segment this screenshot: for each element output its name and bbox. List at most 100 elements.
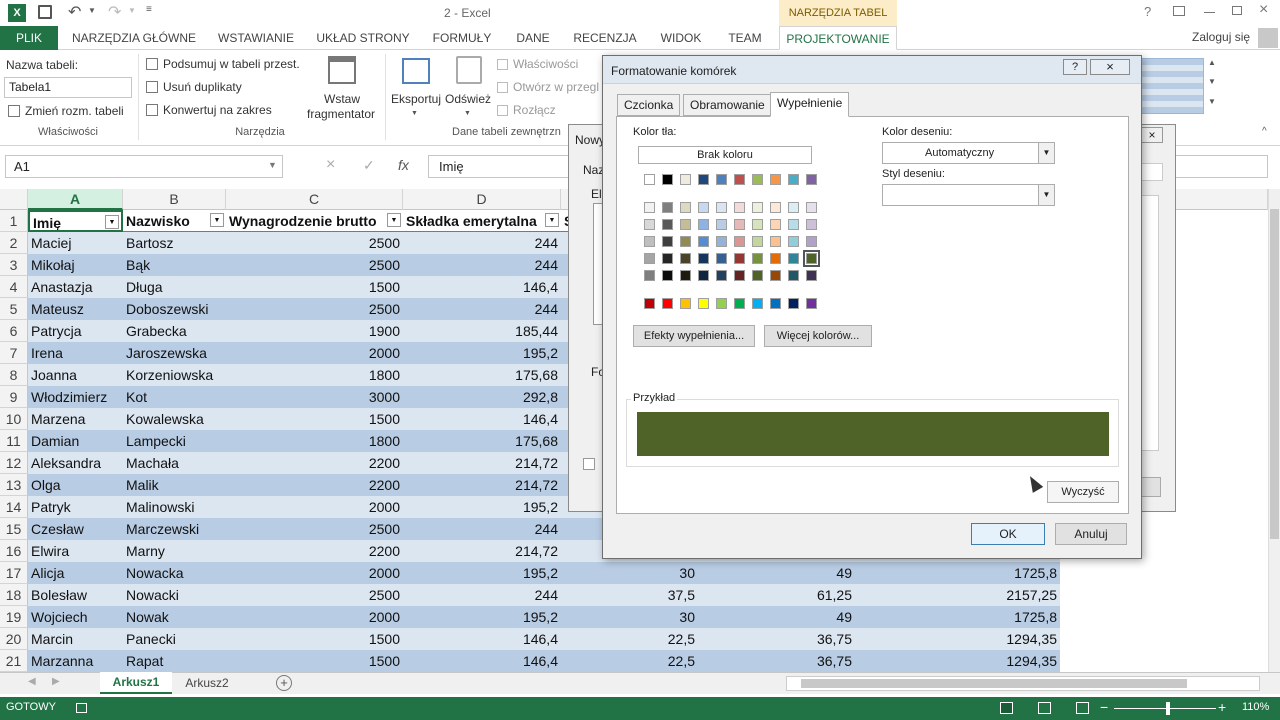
table-cell[interactable]: Długa xyxy=(123,276,226,298)
table-cell[interactable]: 2500 xyxy=(226,232,403,254)
color-swatch[interactable] xyxy=(680,270,691,281)
color-swatch[interactable] xyxy=(716,202,727,213)
color-swatch[interactable] xyxy=(680,236,691,247)
table-cell[interactable]: 22,5 xyxy=(561,628,698,650)
color-swatch[interactable] xyxy=(698,236,709,247)
cancel-formula-icon[interactable]: × xyxy=(326,156,335,174)
color-swatch[interactable] xyxy=(770,174,781,185)
header-cell-nazwisko[interactable]: Nazwisko ▼ xyxy=(123,210,226,232)
save-icon[interactable] xyxy=(38,5,52,19)
login-link[interactable]: Zaloguj się xyxy=(1192,30,1250,44)
restore-icon[interactable] xyxy=(1232,6,1242,15)
row-header[interactable]: 12 xyxy=(0,452,28,474)
bg-cancel-button[interactable] xyxy=(1141,477,1161,497)
table-cell[interactable]: 1725,8 xyxy=(855,606,1060,628)
insert-slicer-button-line2[interactable]: fragmentator xyxy=(307,107,375,121)
tab-view[interactable]: WIDOK xyxy=(652,26,710,50)
color-swatch[interactable] xyxy=(806,270,817,281)
row-header[interactable]: 11 xyxy=(0,430,28,452)
tab-design[interactable]: PROJEKTOWANIE xyxy=(779,26,897,50)
color-swatch[interactable] xyxy=(716,298,727,309)
color-swatch[interactable] xyxy=(644,270,655,281)
row-header[interactable]: 17 xyxy=(0,562,28,584)
color-swatch[interactable] xyxy=(662,174,673,185)
pattern-style-select[interactable]: ▼ xyxy=(882,184,1055,206)
table-cell[interactable]: Alicja xyxy=(28,562,123,584)
color-swatch[interactable] xyxy=(803,250,820,267)
table-cell[interactable]: 146,4 xyxy=(403,628,561,650)
vertical-scrollbar[interactable] xyxy=(1268,189,1280,672)
table-cell[interactable]: Jaroszewska xyxy=(123,342,226,364)
add-sheet-icon[interactable]: + xyxy=(276,675,292,691)
row-header[interactable]: 16 xyxy=(0,540,28,562)
table-cell[interactable]: Bąk xyxy=(123,254,226,276)
table-cell[interactable]: 195,2 xyxy=(403,606,561,628)
color-swatch[interactable] xyxy=(680,298,691,309)
export-button[interactable]: Eksportuj xyxy=(391,92,441,106)
table-cell[interactable]: Anastazja xyxy=(28,276,123,298)
unlink-button[interactable]: Rozłącz xyxy=(513,103,556,117)
row-header[interactable]: 9 xyxy=(0,386,28,408)
row-header[interactable]: 20 xyxy=(0,628,28,650)
remove-duplicates-button[interactable]: Usuń duplikaty xyxy=(163,80,242,94)
row-header[interactable]: 1 xyxy=(0,210,28,232)
color-swatch[interactable] xyxy=(734,270,745,281)
ext-properties-button[interactable]: Właściwości xyxy=(513,57,578,71)
table-cell[interactable]: 146,4 xyxy=(403,650,561,672)
scroll-thumb[interactable] xyxy=(1270,209,1279,539)
table-cell[interactable]: Marcin xyxy=(28,628,123,650)
table-cell[interactable]: 2500 xyxy=(226,518,403,540)
collapse-ribbon-icon[interactable]: ^ xyxy=(1262,126,1267,137)
color-swatch[interactable] xyxy=(662,202,673,213)
color-swatch[interactable] xyxy=(698,219,709,230)
row-header[interactable]: 13 xyxy=(0,474,28,496)
gallery-scroll-down-icon[interactable]: ▼ xyxy=(1208,77,1216,86)
color-swatch[interactable] xyxy=(716,219,727,230)
color-swatch[interactable] xyxy=(788,236,799,247)
table-cell[interactable]: 1294,35 xyxy=(855,628,1060,650)
table-cell[interactable]: 185,44 xyxy=(403,320,561,342)
color-swatch[interactable] xyxy=(770,298,781,309)
table-cell[interactable]: 244 xyxy=(403,518,561,540)
row-header[interactable]: 10 xyxy=(0,408,28,430)
table-cell[interactable]: Nowacka xyxy=(123,562,226,584)
table-cell[interactable]: Kot xyxy=(123,386,226,408)
table-cell[interactable]: 2500 xyxy=(226,584,403,606)
table-cell[interactable]: Maciej xyxy=(28,232,123,254)
table-cell[interactable]: Nowacki xyxy=(123,584,226,606)
table-cell[interactable]: 1800 xyxy=(226,364,403,386)
table-cell[interactable]: 195,2 xyxy=(403,496,561,518)
close-icon[interactable]: × xyxy=(1259,1,1268,19)
help-icon[interactable]: ? xyxy=(1144,4,1151,19)
table-cell[interactable]: Olga xyxy=(28,474,123,496)
bg-dialog-close-icon[interactable]: × xyxy=(1141,127,1163,143)
tab-data[interactable]: DANE xyxy=(510,26,556,50)
zoom-out-icon[interactable]: − xyxy=(1100,699,1108,715)
color-swatch[interactable] xyxy=(680,253,691,264)
filter-dropdown-icon[interactable]: ▼ xyxy=(105,215,119,229)
color-swatch[interactable] xyxy=(698,298,709,309)
table-styles-gallery[interactable] xyxy=(1140,58,1204,114)
color-swatch[interactable] xyxy=(644,202,655,213)
refresh-dropdown-icon[interactable]: ▼ xyxy=(464,110,471,117)
tab-team[interactable]: TEAM xyxy=(720,26,770,50)
insert-slicer-button[interactable]: Wstaw xyxy=(324,92,360,106)
gallery-more-icon[interactable]: ▼ xyxy=(1208,97,1216,106)
enter-formula-icon[interactable]: ✓ xyxy=(363,157,375,174)
table-cell[interactable]: Malinowski xyxy=(123,496,226,518)
table-cell[interactable]: 1500 xyxy=(226,650,403,672)
pattern-color-dropdown-icon[interactable]: ▼ xyxy=(1038,143,1054,163)
prev-sheet-icon[interactable]: ◀ xyxy=(28,676,36,687)
color-swatch[interactable] xyxy=(680,202,691,213)
color-swatch[interactable] xyxy=(662,236,673,247)
table-cell[interactable]: 3000 xyxy=(226,386,403,408)
macro-record-icon[interactable] xyxy=(76,703,87,713)
color-swatch[interactable] xyxy=(698,202,709,213)
table-cell[interactable]: Aleksandra xyxy=(28,452,123,474)
table-cell[interactable]: 30 xyxy=(561,606,698,628)
bg-default-checkbox[interactable] xyxy=(583,458,595,470)
column-header-d[interactable]: D xyxy=(403,189,561,210)
dialog-help-icon[interactable]: ? xyxy=(1063,59,1087,75)
table-cell[interactable]: 1500 xyxy=(226,628,403,650)
row-header[interactable]: 8 xyxy=(0,364,28,386)
